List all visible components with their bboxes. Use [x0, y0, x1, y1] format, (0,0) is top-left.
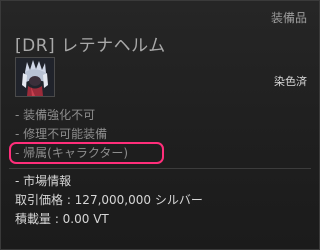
- dye-status: 染色済: [274, 75, 307, 88]
- item-category: 装備品: [270, 11, 307, 25]
- helmet-icon: [16, 58, 54, 96]
- highlight-box: [9, 142, 164, 164]
- item-icon-frame: [15, 57, 55, 97]
- item-weight: 積載量 : 0.00 VT: [15, 212, 109, 226]
- item-name: [DR] レテナヘルム: [15, 36, 166, 56]
- divider: [9, 168, 311, 169]
- market-info: - 市場情報 取引価格 : 127,000,000 シルバー 積載量 : 0.0…: [15, 172, 203, 229]
- item-tooltip: 装備品 [DR] レテナヘルム 染色済 - 装備強化不可 - 修理不可能装備 -…: [0, 0, 320, 250]
- property-no-enhance: - 装備強化不可: [15, 108, 96, 122]
- market-price: 取引価格 : 127,000,000 シルバー: [15, 193, 203, 207]
- market-info-title: - 市場情報: [15, 174, 72, 188]
